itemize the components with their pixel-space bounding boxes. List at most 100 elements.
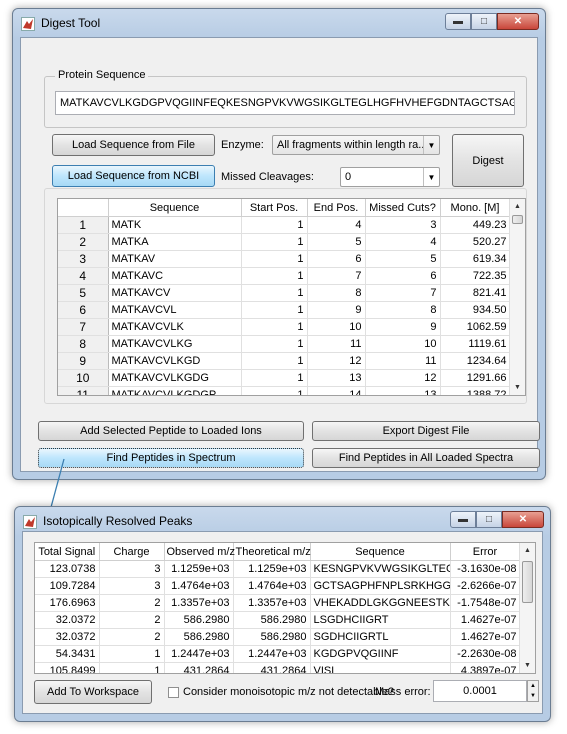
mass-error-field[interactable]: 0.0001: [433, 680, 527, 702]
window-controls: ▬ □ ✕: [445, 13, 539, 31]
table-cell[interactable]: 1.4764e+03: [233, 577, 311, 595]
table-cell[interactable]: 1: [99, 662, 165, 673]
table-cell[interactable]: 105.8499: [35, 662, 100, 673]
mass-error-spinner[interactable]: ▲ ▼: [527, 680, 539, 702]
export-digest-button[interactable]: Export Digest File: [312, 421, 540, 441]
table-cell[interactable]: 431.2864: [164, 662, 234, 673]
column-header[interactable]: Sequence: [310, 543, 451, 561]
table-cell[interactable]: KESNGPVKVWGSIKGLTEGLHG...: [310, 560, 451, 578]
enzyme-label: Enzyme:: [221, 139, 264, 151]
table-cell[interactable]: -2.6266e-07: [450, 577, 521, 595]
table-cell[interactable]: 1.3357e+03: [233, 594, 311, 612]
table-row[interactable]: 32.0372 2 586.2980 586.2980 SGDHCIIGRTL 1.462…: [35, 628, 521, 646]
table-cell[interactable]: KGDGPVQGIINF: [310, 645, 451, 663]
table-cell[interactable]: 1.2447e+03: [233, 645, 311, 663]
table-cell[interactable]: -2.2630e-08: [450, 645, 521, 663]
scroll-down-icon[interactable]: ▼: [520, 658, 535, 673]
column-header[interactable]: Charge: [99, 543, 165, 561]
table-cell[interactable]: 123.0738: [35, 560, 100, 578]
table-cell[interactable]: 2: [99, 611, 165, 629]
close-icon[interactable]: ✕: [497, 13, 539, 30]
table-cell[interactable]: 1.1259e+03: [164, 560, 234, 578]
mass-error-label: Mass error:: [375, 686, 431, 698]
load-from-ncbi-button[interactable]: Load Sequence from NCBI: [52, 165, 215, 187]
table-cell[interactable]: -3.1630e-08: [450, 560, 521, 578]
table-row[interactable]: 109.7284 3 1.4764e+03 1.4764e+03 GCTSAGPHFNP…: [35, 577, 521, 595]
protein-sequence-field[interactable]: MATKAVCVLKGDGPVQGIINFEQKESNGPVKVWGSIKGLT…: [55, 91, 515, 115]
table-cell[interactable]: 4.3897e-07: [450, 662, 521, 673]
spin-up-icon[interactable]: ▲: [528, 681, 538, 691]
table-cell[interactable]: -1.7548e-07: [450, 594, 521, 612]
digest-client-area: Protein Sequence MATKAVCVLKGDGPVQGIINFEQ…: [20, 37, 540, 472]
table-cell[interactable]: 1.1259e+03: [233, 560, 311, 578]
window-title: Isotopically Resolved Peaks: [43, 514, 193, 528]
table-cell[interactable]: LSGDHCIIGRT: [310, 611, 451, 629]
table-row[interactable]: 54.3431 1 1.2447e+03 1.2447e+03 KGDGPVQGIINF…: [35, 645, 521, 663]
consider-monoisotopic-checkbox[interactable]: [168, 687, 179, 698]
table-cell[interactable]: 2: [99, 594, 165, 612]
table-cell[interactable]: 3: [99, 560, 165, 578]
enzyme-value: All fragments within length ra...: [277, 139, 423, 151]
maximize-icon[interactable]: □: [476, 511, 502, 528]
minimize-icon[interactable]: ▬: [450, 511, 476, 528]
peaks-table: Total Signal Charge Observed m/z Theoret…: [35, 543, 521, 673]
table-cell[interactable]: 2: [99, 628, 165, 646]
column-header[interactable]: Error: [450, 543, 521, 561]
table-cell[interactable]: SGDHCIIGRTL: [310, 628, 451, 646]
table-cell[interactable]: 1.4627e-07: [450, 611, 521, 629]
add-to-workspace-button[interactable]: Add To Workspace: [34, 680, 152, 704]
scrollbar-thumb[interactable]: [522, 561, 533, 603]
scroll-up-icon[interactable]: ▲: [520, 543, 535, 558]
table-cell[interactable]: 1: [99, 645, 165, 663]
table-header-row: Total Signal Charge Observed m/z Theoret…: [35, 543, 521, 561]
maximize-icon[interactable]: □: [471, 13, 497, 30]
digest-titlebar[interactable]: Digest Tool ▬ □ ✕: [13, 9, 545, 37]
digest-button[interactable]: Digest: [452, 134, 524, 187]
peaks-window: Isotopically Resolved Peaks ▬ □ ✕ Total …: [14, 506, 551, 722]
minimize-icon[interactable]: ▬: [445, 13, 471, 30]
load-from-file-button[interactable]: Load Sequence from File: [52, 134, 215, 156]
add-selected-peptide-button[interactable]: Add Selected Peptide to Loaded Ions: [38, 421, 304, 441]
matlab-app-icon: [23, 515, 37, 529]
matlab-app-icon: [21, 17, 35, 31]
column-header[interactable]: Total Signal: [35, 543, 100, 561]
table-cell[interactable]: 1.4627e-07: [450, 628, 521, 646]
enzyme-dropdown[interactable]: All fragments within length ra... ▼: [272, 135, 440, 155]
table-cell[interactable]: 586.2980: [164, 628, 234, 646]
peaks-results-table[interactable]: Total Signal Charge Observed m/z Theoret…: [34, 542, 536, 674]
table-row[interactable]: 176.6963 2 1.3357e+03 1.3357e+03 VHEKADDLGKG…: [35, 594, 521, 612]
close-icon[interactable]: ✕: [502, 511, 544, 528]
missed-cleavages-label: Missed Cleavages:: [221, 171, 314, 183]
find-peptides-all-button[interactable]: Find Peptides in All Loaded Spectra: [312, 448, 540, 468]
digest-tool-window: Digest Tool ▬ □ ✕ Protein Sequence MATKA…: [12, 8, 546, 480]
column-header[interactable]: Theoretical m/z: [233, 543, 311, 561]
missed-cleavages-dropdown[interactable]: 0 ▼: [340, 167, 440, 187]
table-cell[interactable]: 54.3431: [35, 645, 100, 663]
table-row[interactable]: 32.0372 2 586.2980 586.2980 LSGDHCIIGRT 1.462…: [35, 611, 521, 629]
table-cell[interactable]: 1.2447e+03: [164, 645, 234, 663]
table-row[interactable]: 105.8499 1 431.2864 431.2864 VISL 4.3897e-07: [35, 662, 521, 673]
table-row[interactable]: 123.0738 3 1.1259e+03 1.1259e+03 KESNGPVKVWG…: [35, 560, 521, 578]
chevron-down-icon: ▼: [423, 168, 439, 186]
table-cell[interactable]: 109.7284: [35, 577, 100, 595]
table-cell[interactable]: 1.4764e+03: [164, 577, 234, 595]
table-cell[interactable]: GCTSAGPHFNPLSRKHGGPKDE...: [310, 577, 451, 595]
table-cell[interactable]: 176.6963: [35, 594, 100, 612]
column-header[interactable]: Observed m/z: [164, 543, 235, 561]
table-cell[interactable]: 586.2980: [164, 611, 234, 629]
table-cell[interactable]: VISL: [310, 662, 451, 673]
peaks-client-area: Total Signal Charge Observed m/z Theoret…: [22, 531, 543, 714]
table-cell[interactable]: 1.3357e+03: [164, 594, 234, 612]
table-cell[interactable]: 32.0372: [35, 611, 100, 629]
table-cell[interactable]: 32.0372: [35, 628, 100, 646]
window-controls: ▬ □ ✕: [450, 511, 544, 529]
protein-sequence-label: Protein Sequence: [55, 69, 149, 81]
table-cell[interactable]: 586.2980: [233, 628, 311, 646]
spin-down-icon[interactable]: ▼: [528, 691, 538, 701]
table-cell[interactable]: 431.2864: [233, 662, 311, 673]
table-cell[interactable]: VHEKADDLGKGGNEESTKTGN...: [310, 594, 451, 612]
peaks-table-scrollbar[interactable]: ▲ ▼: [519, 543, 535, 673]
table-cell[interactable]: 586.2980: [233, 611, 311, 629]
table-cell[interactable]: 3: [99, 577, 165, 595]
protein-sequence-group: Protein Sequence MATKAVCVLKGDGPVQGIINFEQ…: [44, 69, 527, 128]
